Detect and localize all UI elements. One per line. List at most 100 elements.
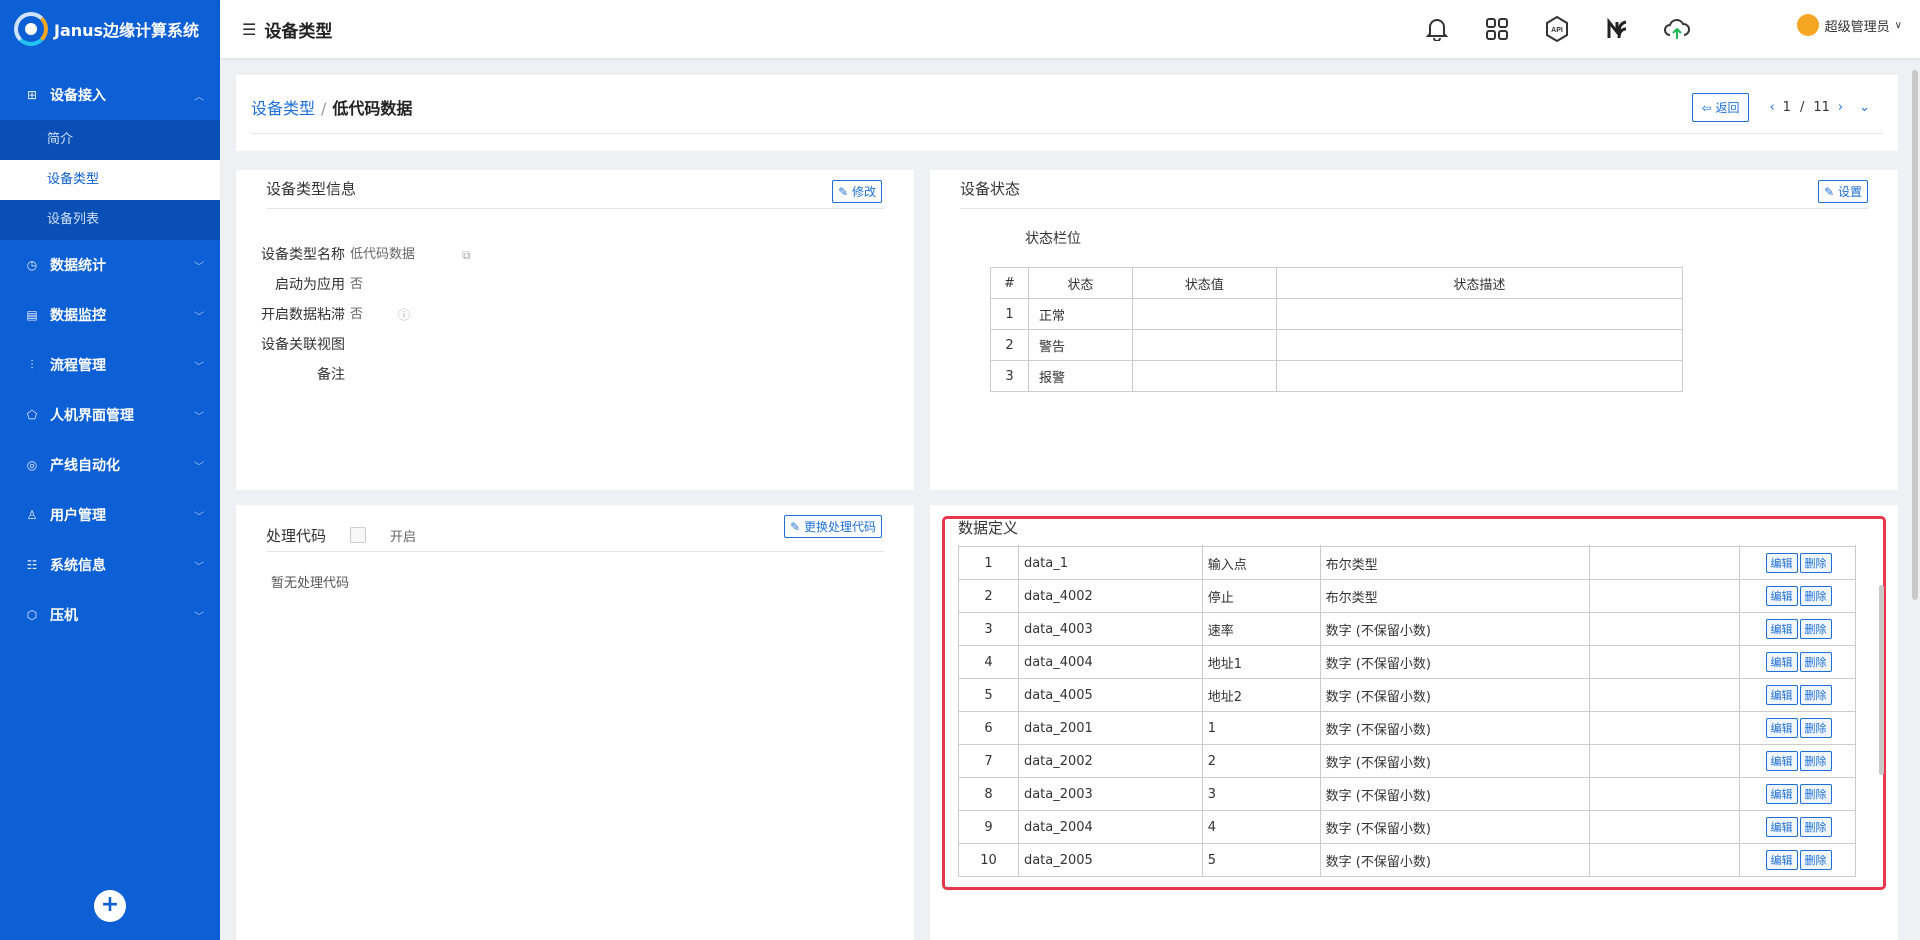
add-button[interactable]: + bbox=[94, 890, 126, 922]
delete-row-button[interactable]: 删除 bbox=[1799, 586, 1832, 606]
sidebar-subitem-1[interactable]: 设备类型 bbox=[0, 160, 220, 200]
data-cell: 数字 (不保留小数) bbox=[1319, 810, 1591, 844]
sidebar-item-7[interactable]: ☷ 系统信息 ﹀ bbox=[0, 540, 220, 590]
api-icon[interactable]: API bbox=[1540, 13, 1574, 45]
page-scrollbar[interactable] bbox=[1912, 70, 1918, 600]
app-logo[interactable]: Janus边缘计算系统 bbox=[0, 0, 220, 58]
data-cell: data_2003 bbox=[1017, 777, 1203, 811]
state-title: 设备状态 bbox=[960, 180, 1021, 198]
edit-row-button[interactable]: 编辑 bbox=[1765, 619, 1798, 639]
user-menu[interactable]: 超级管理员 ∨ bbox=[1796, 14, 1902, 36]
data-cell bbox=[1589, 546, 1741, 580]
state-subtitle: 状态栏位 bbox=[1025, 231, 1081, 247]
data-cell: 5 bbox=[1201, 843, 1321, 877]
data-cell: data_4003 bbox=[1017, 612, 1203, 646]
chevron-down-icon: ﹀ bbox=[194, 411, 204, 423]
table-row: 2 data_4002 停止 布尔类型 编辑 删除 bbox=[958, 579, 1856, 613]
data-cell bbox=[1589, 645, 1741, 679]
chevron-down-icon: ﹀ bbox=[194, 361, 204, 373]
menu-toggle-icon[interactable]: ☰ bbox=[242, 20, 256, 39]
sidebar-item-5[interactable]: ◎ 产线自动化 ﹀ bbox=[0, 440, 220, 490]
delete-row-button[interactable]: 删除 bbox=[1799, 718, 1832, 738]
copy-icon[interactable]: ⧉ bbox=[462, 240, 471, 270]
table-scrollbar[interactable] bbox=[1879, 585, 1884, 775]
delete-row-button[interactable]: 删除 bbox=[1799, 685, 1832, 705]
info-icon[interactable]: ⓘ bbox=[398, 300, 410, 330]
delete-row-button[interactable]: 删除 bbox=[1799, 751, 1832, 771]
bell-icon[interactable] bbox=[1420, 13, 1454, 45]
info-value: 否 bbox=[350, 277, 364, 292]
sidebar-item-3[interactable]: ⫶ 流程管理 ﹀ bbox=[0, 340, 220, 390]
replace-code-label: 更换处理代码 bbox=[803, 520, 876, 534]
sidebar-item-label: 数据监控 bbox=[50, 308, 106, 324]
info-row: 启动为应用否 bbox=[266, 270, 866, 300]
data-cell: 布尔类型 bbox=[1319, 546, 1591, 580]
sidebar-item-0[interactable]: ⊞ 设备接入 ︿ bbox=[0, 70, 220, 120]
edit-row-button[interactable]: 编辑 bbox=[1765, 685, 1798, 705]
next-record-icon[interactable]: › bbox=[1838, 100, 1843, 115]
data-table-scroll[interactable]: 1 data_1 输入点 布尔类型 编辑 删除 2 data_4002 停止 布尔类型 编辑 删除 3 d… bbox=[958, 545, 1856, 885]
sidebar-subitem-0[interactable]: 简介 bbox=[0, 120, 220, 160]
edit-info-button[interactable]: ✎ 修改 bbox=[832, 180, 882, 203]
action-cell: 编辑 删除 bbox=[1739, 843, 1856, 877]
delete-row-button[interactable]: 删除 bbox=[1799, 652, 1832, 672]
sidebar-item-1[interactable]: ◷ 数据统计 ﹀ bbox=[0, 240, 220, 290]
sidebar-item-8[interactable]: ⬡ 压机 ﹀ bbox=[0, 590, 220, 640]
state-col-header: 状态值 bbox=[1131, 267, 1277, 299]
delete-row-button[interactable]: 删除 bbox=[1799, 619, 1832, 639]
edit-row-button[interactable]: 编辑 bbox=[1765, 652, 1798, 672]
flow-icon: ⫶ bbox=[30, 357, 34, 372]
state-settings-button[interactable]: ✎ 设置 bbox=[1818, 180, 1868, 203]
info-label: 启动为应用 bbox=[275, 277, 345, 293]
data-cell: data_2001 bbox=[1017, 711, 1203, 745]
empty-code-text: 暂无处理代码 bbox=[271, 576, 350, 591]
enable-code-checkbox[interactable] bbox=[350, 527, 366, 543]
chevron-down-icon: ﹀ bbox=[194, 261, 204, 273]
edit-row-button[interactable]: 编辑 bbox=[1765, 586, 1798, 606]
page-separator: / bbox=[1799, 100, 1805, 115]
edit-row-button[interactable]: 编辑 bbox=[1765, 553, 1798, 573]
table-row: 5 data_4005 地址2 数字 (不保留小数) 编辑 删除 bbox=[958, 678, 1856, 712]
delete-row-button[interactable]: 删除 bbox=[1799, 784, 1832, 804]
info-label: 备注 bbox=[317, 367, 345, 383]
apps-icon[interactable] bbox=[1480, 13, 1514, 45]
data-cell bbox=[1589, 744, 1741, 778]
sidebar-submenu: 简介 设备类型 设备列表 bbox=[0, 120, 220, 240]
edit-row-button[interactable]: 编辑 bbox=[1765, 850, 1798, 870]
nr-icon[interactable] bbox=[1600, 13, 1634, 45]
sidebar-item-2[interactable]: ▤ 数据监控 ﹀ bbox=[0, 290, 220, 340]
breadcrumb-parent[interactable]: 设备类型 bbox=[251, 99, 315, 118]
data-cell: data_2005 bbox=[1017, 843, 1203, 877]
sidebar-item-4[interactable]: ⬠ 人机界面管理 ﹀ bbox=[0, 390, 220, 440]
table-row: 6 data_2001 1 数字 (不保留小数) 编辑 删除 bbox=[958, 711, 1856, 745]
sidebar-item-6[interactable]: ♙ 用户管理 ﹀ bbox=[0, 490, 220, 540]
data-cell: 数字 (不保留小数) bbox=[1319, 744, 1591, 778]
record-pager: ⇦ 返回 ‹ 1 / 11 › ⌄ bbox=[1691, 93, 1878, 122]
action-cell: 编辑 删除 bbox=[1739, 678, 1856, 712]
data-cell: 4 bbox=[958, 645, 1019, 679]
edit-row-button[interactable]: 编辑 bbox=[1765, 784, 1798, 804]
data-cell bbox=[1589, 678, 1741, 712]
sidebar: Janus边缘计算系统 ⊞ 设备接入 ︿ 简介 设备类型 设备列表 ◷ 数据统计 ﹀ ▤ 数据监控 ﹀… bbox=[0, 0, 220, 940]
chevron-down-icon: ﹀ bbox=[194, 611, 204, 623]
state-cell: 2 bbox=[990, 329, 1029, 361]
edit-row-button[interactable]: 编辑 bbox=[1765, 817, 1798, 837]
chevron-up-icon: ︿ bbox=[194, 91, 204, 103]
edit-row-button[interactable]: 编辑 bbox=[1765, 718, 1798, 738]
delete-row-button[interactable]: 删除 bbox=[1799, 850, 1832, 870]
cloud-upload-icon[interactable] bbox=[1660, 13, 1694, 45]
data-cell bbox=[1589, 579, 1741, 613]
state-col-header: # bbox=[990, 267, 1029, 299]
delete-row-button[interactable]: 删除 bbox=[1799, 553, 1832, 573]
delete-row-button[interactable]: 删除 bbox=[1799, 817, 1832, 837]
back-button[interactable]: ⇦ 返回 bbox=[1691, 93, 1750, 122]
chevron-down-icon[interactable]: ⌄ bbox=[1859, 100, 1870, 115]
replace-code-button[interactable]: ✎ 更换处理代码 bbox=[784, 515, 882, 538]
edit-row-button[interactable]: 编辑 bbox=[1765, 751, 1798, 771]
data-cell: 7 bbox=[958, 744, 1019, 778]
app-title: Janus边缘计算系统 bbox=[54, 21, 200, 40]
sidebar-subitem-2[interactable]: 设备列表 bbox=[0, 200, 220, 240]
prev-record-icon[interactable]: ‹ bbox=[1769, 100, 1774, 115]
hmi-icon: ⬠ bbox=[26, 408, 38, 422]
state-cell bbox=[1131, 360, 1277, 392]
